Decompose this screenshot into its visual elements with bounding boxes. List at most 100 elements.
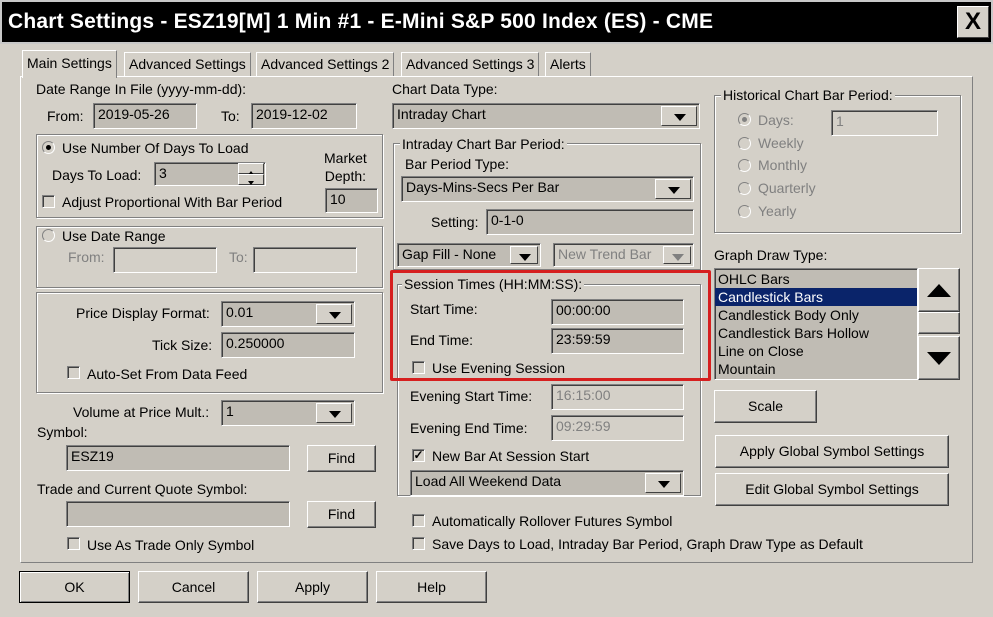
arrow-down-icon: [927, 352, 951, 365]
window-title: Chart Settings - ESZ19[M] 1 Min #1 - E-M…: [8, 10, 714, 33]
adjust-proportional-label: Adjust Proportional With Bar Period: [62, 194, 283, 210]
bar-period-type-value: Days-Mins-Secs Per Bar: [406, 179, 560, 195]
auto-set-label: Auto-Set From Data Feed: [87, 366, 248, 382]
chevron-down-icon[interactable]: [655, 179, 691, 199]
evening-start-label: Evening Start Time:: [410, 388, 533, 404]
use-date-range-label: Use Date Range: [62, 228, 166, 244]
list-scroll-down-button[interactable]: [918, 336, 960, 380]
adjust-proportional-checkbox[interactable]: [42, 195, 55, 208]
list-scroll-thumb[interactable]: [918, 312, 960, 334]
weekend-data-dropdown[interactable]: Load All Weekend Data: [410, 470, 684, 496]
cancel-button[interactable]: Cancel: [138, 571, 249, 603]
trade-symbol-find-button[interactable]: Find: [307, 501, 376, 528]
setting-label: Setting:: [431, 214, 479, 230]
date-from-field[interactable]: 2019-05-26: [93, 103, 197, 129]
scale-button[interactable]: Scale: [714, 390, 817, 423]
historical-yearly-radio[interactable]: [738, 205, 751, 218]
evening-start-input[interactable]: 16:15:00: [551, 384, 684, 410]
new-trend-bar-dropdown[interactable]: New Trend Bar: [553, 243, 694, 267]
price-format-label: Price Display Format:: [76, 305, 210, 321]
historical-yearly-label: Yearly: [758, 203, 797, 219]
historical-days-label: Days:: [758, 112, 794, 128]
tab-alerts[interactable]: Alerts: [545, 52, 591, 76]
tick-size-input[interactable]: 0.250000: [221, 332, 355, 358]
close-button[interactable]: X: [957, 6, 989, 38]
price-format-dropdown[interactable]: 0.01: [221, 301, 355, 327]
gap-fill-dropdown[interactable]: Gap Fill - None: [397, 243, 541, 267]
date-to-field[interactable]: 2019-12-02: [251, 103, 357, 129]
chevron-down-icon[interactable]: [510, 246, 538, 264]
historical-weekly-radio[interactable]: [738, 137, 751, 150]
list-scroll-up-button[interactable]: [918, 268, 960, 312]
new-trend-bar-value: New Trend Bar: [558, 246, 652, 262]
trade-only-checkbox[interactable]: [67, 537, 80, 550]
trade-only-label: Use As Trade Only Symbol: [87, 537, 255, 553]
chart-data-type-value: Intraday Chart: [397, 106, 486, 122]
trade-symbol-input[interactable]: [66, 501, 290, 527]
volume-mult-label: Volume at Price Mult.:: [73, 404, 210, 420]
graph-draw-type-list[interactable]: OHLC Bars Candlestick Bars Candlestick B…: [714, 268, 918, 380]
list-item[interactable]: Mountain: [715, 360, 917, 378]
gap-fill-value: Gap Fill - None: [402, 246, 497, 262]
symbol-input[interactable]: ESZ19: [66, 445, 290, 471]
chevron-down-icon[interactable]: [316, 304, 352, 324]
historical-quarterly-label: Quarterly: [758, 180, 816, 196]
days-up-button[interactable]: [238, 163, 264, 175]
auto-rollover-checkbox[interactable]: [412, 514, 425, 527]
from-label: From:: [47, 108, 84, 124]
help-button[interactable]: Help: [376, 571, 487, 603]
weekend-data-value: Load All Weekend Data: [415, 473, 562, 489]
chevron-down-icon[interactable]: [661, 106, 697, 126]
tab-advanced-settings-2[interactable]: Advanced Settings 2: [256, 52, 395, 76]
days-down-button[interactable]: [238, 174, 264, 185]
edit-global-symbol-settings-button[interactable]: Edit Global Symbol Settings: [715, 473, 949, 506]
trade-symbol-label: Trade and Current Quote Symbol:: [37, 481, 248, 497]
historical-monthly-label: Monthly: [758, 157, 808, 173]
list-item[interactable]: Candlestick Bars Hollow: [715, 324, 917, 342]
list-item[interactable]: Candlestick Body Only: [715, 306, 917, 324]
volume-mult-dropdown[interactable]: 1: [221, 400, 355, 426]
use-days-radio[interactable]: [42, 141, 55, 154]
range-to-label: To:: [229, 249, 248, 265]
symbol-find-button[interactable]: Find: [307, 445, 376, 472]
date-range-label: Date Range In File (yyyy-mm-dd):: [36, 81, 247, 97]
list-item-selected[interactable]: Candlestick Bars: [715, 288, 917, 306]
historical-days-input[interactable]: 1: [831, 110, 938, 136]
title-bar: Chart Settings - ESZ19[M] 1 Min #1 - E-M…: [0, 0, 993, 44]
bar-period-type-dropdown[interactable]: Days-Mins-Secs Per Bar: [401, 176, 694, 202]
save-default-label: Save Days to Load, Intraday Bar Period, …: [432, 536, 863, 552]
market-depth-input[interactable]: 10: [325, 188, 378, 213]
auto-set-checkbox[interactable]: [67, 366, 80, 379]
chevron-down-icon[interactable]: [316, 403, 352, 423]
list-item[interactable]: OHLC Bars: [715, 270, 917, 288]
historical-days-radio[interactable]: [738, 113, 751, 126]
range-to-input[interactable]: [253, 247, 357, 273]
ok-button[interactable]: OK: [19, 571, 130, 603]
historical-monthly-radio[interactable]: [738, 159, 751, 172]
apply-global-symbol-settings-button[interactable]: Apply Global Symbol Settings: [715, 435, 949, 468]
setting-input[interactable]: 0-1-0: [486, 209, 694, 235]
apply-button[interactable]: Apply: [257, 571, 368, 603]
bar-period-type-label: Bar Period Type:: [405, 156, 510, 172]
tab-advanced-settings[interactable]: Advanced Settings: [124, 52, 251, 76]
chevron-down-icon[interactable]: [645, 473, 681, 493]
range-from-input[interactable]: [113, 247, 217, 273]
use-date-range-radio[interactable]: [42, 229, 55, 242]
spin-down-icon: [248, 181, 254, 185]
symbol-label: Symbol:: [37, 424, 88, 440]
chevron-down-icon[interactable]: [663, 246, 691, 264]
auto-rollover-label: Automatically Rollover Futures Symbol: [432, 513, 673, 529]
range-from-label: From:: [68, 249, 105, 265]
tab-advanced-settings-3[interactable]: Advanced Settings 3: [401, 52, 540, 76]
tab-main-settings[interactable]: Main Settings: [22, 50, 117, 78]
save-default-checkbox[interactable]: [412, 537, 425, 550]
chart-data-type-dropdown[interactable]: Intraday Chart: [392, 103, 700, 129]
list-item[interactable]: Line on Close: [715, 342, 917, 360]
evening-end-label: Evening End Time:: [410, 420, 528, 436]
evening-end-input[interactable]: 09:29:59: [551, 415, 684, 441]
historical-quarterly-radio[interactable]: [738, 182, 751, 195]
new-bar-session-start-label: New Bar At Session Start: [432, 448, 590, 464]
tick-size-label: Tick Size:: [152, 337, 213, 353]
new-bar-session-start-checkbox[interactable]: ✓: [412, 449, 425, 462]
days-to-load-label: Days To Load:: [52, 167, 142, 183]
